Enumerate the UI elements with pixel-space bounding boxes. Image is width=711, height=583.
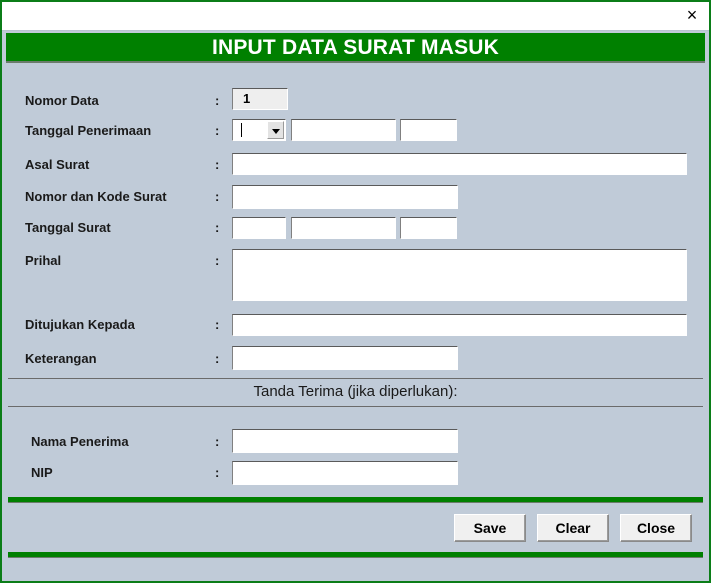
- label-keterangan: Keterangan: [25, 351, 97, 366]
- nama-penerima-field[interactable]: [232, 429, 458, 453]
- colon-tanggal-surat: :: [215, 220, 220, 235]
- colon-nomor-dan-kode-surat: :: [215, 189, 220, 204]
- colon-ditujukan-kepada: :: [215, 317, 220, 332]
- section-divider-bottom: [8, 406, 703, 407]
- close-button[interactable]: Close: [620, 514, 692, 542]
- tanggal-penerimaan-year-field[interactable]: [400, 119, 457, 141]
- form-body: Nomor Data : 1 Tanggal Penerimaan : Asal…: [4, 65, 707, 581]
- colon-tanggal-penerimaan: :: [215, 123, 220, 138]
- nip-field[interactable]: [232, 461, 458, 485]
- asal-surat-field[interactable]: [232, 153, 687, 175]
- nomor-data-field: 1: [232, 88, 288, 110]
- colon-keterangan: :: [215, 351, 220, 366]
- colon-asal-surat: :: [215, 157, 220, 172]
- tanggal-surat-month-field[interactable]: [291, 217, 396, 239]
- tanggal-penerimaan-month-field[interactable]: [291, 119, 396, 141]
- label-ditujukan-kepada: Ditujukan Kepada: [25, 317, 135, 332]
- prihal-textarea[interactable]: [232, 249, 687, 301]
- label-prihal: Prihal: [25, 253, 62, 268]
- close-icon[interactable]: ×: [681, 4, 703, 26]
- label-nip: NIP: [31, 465, 53, 480]
- receipt-section-title: Tanda Terima (jika diperlukan):: [253, 383, 458, 400]
- keterangan-field[interactable]: [232, 346, 458, 370]
- label-nomor-dan-kode-surat: Nomor dan Kode Surat: [25, 189, 167, 204]
- text-cursor-icon: [241, 123, 242, 137]
- tanggal-surat-day-field[interactable]: [232, 217, 286, 239]
- label-tanggal-penerimaan: Tanggal Penerimaan: [25, 123, 152, 138]
- title-bar: ×: [2, 2, 709, 31]
- tanggal-surat-year-field[interactable]: [400, 217, 457, 239]
- page-title: INPUT DATA SURAT MASUK: [6, 33, 705, 63]
- label-tanggal-surat: Tanggal Surat: [25, 220, 111, 235]
- label-nama-penerima: Nama Penerima: [31, 434, 129, 449]
- label-asal-surat: Asal Surat: [25, 157, 90, 172]
- section-divider-top: [8, 378, 703, 379]
- input-surat-masuk-window: × INPUT DATA SURAT MASUK Nomor Data : 1 …: [0, 0, 711, 583]
- footer-rule-bottom: [8, 552, 703, 558]
- tanggal-penerimaan-day-combobox[interactable]: [232, 119, 286, 141]
- colon-nomor-data: :: [215, 93, 220, 108]
- ditujukan-kepada-field[interactable]: [232, 314, 687, 336]
- colon-nama-penerima: :: [215, 434, 220, 449]
- colon-prihal: :: [215, 253, 220, 268]
- chevron-down-icon[interactable]: [267, 121, 284, 139]
- clear-button[interactable]: Clear: [537, 514, 609, 542]
- footer-rule-top: [8, 497, 703, 503]
- colon-nip: :: [215, 465, 220, 480]
- nomor-dan-kode-surat-field[interactable]: [232, 185, 458, 209]
- label-nomor-data: Nomor Data: [25, 93, 99, 108]
- save-button[interactable]: Save: [454, 514, 526, 542]
